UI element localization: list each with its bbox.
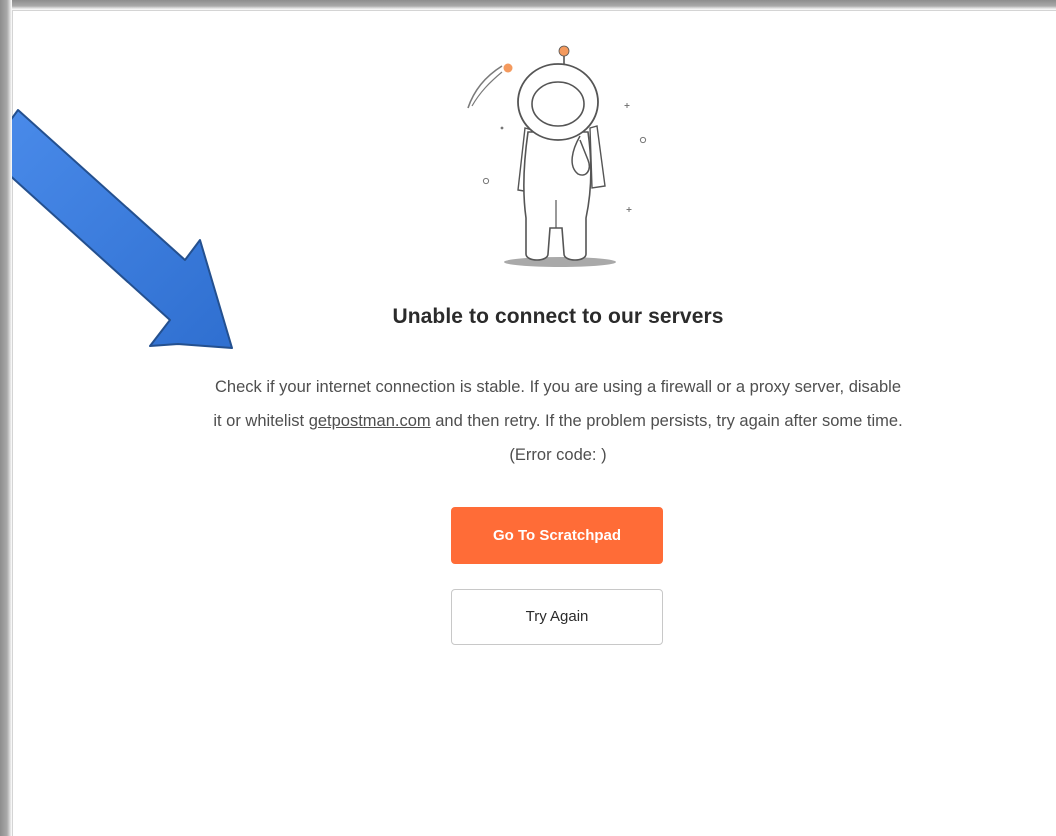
shadow-ellipse [504, 257, 616, 267]
arrow-pointer-icon [0, 109, 233, 349]
comet-ball [503, 63, 513, 73]
visor [531, 81, 585, 127]
app-window: Unable to connect to our servers Check i… [0, 0, 1056, 836]
antenna-ball [558, 45, 570, 57]
go-to-scratchpad-button[interactable]: Go To Scratchpad [451, 507, 663, 564]
try-again-button[interactable]: Try Again [451, 589, 663, 645]
astronaut-illustration [467, 45, 647, 267]
error-message-text-2: and then retry. If the problem persists,… [430, 412, 903, 464]
comet-trail [467, 65, 503, 109]
error-message: Check if your internet connection is sta… [212, 370, 904, 472]
getpostman-link[interactable]: getpostman.com [309, 412, 431, 430]
